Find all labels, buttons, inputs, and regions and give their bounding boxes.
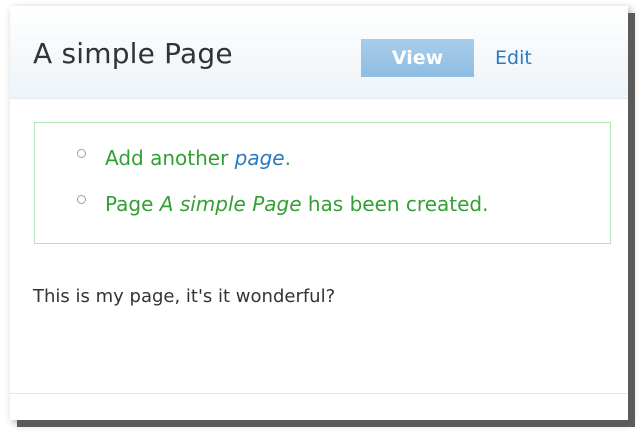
message-text: Add another xyxy=(105,146,235,170)
page-frame: A simple Page View Edit Add another page… xyxy=(10,6,628,420)
footer-divider xyxy=(10,393,628,394)
message-item: Page A simple Page has been created. xyxy=(77,192,489,216)
page-body: This is my page, it's it wonderful? xyxy=(33,286,336,307)
page-title: A simple Page xyxy=(33,37,233,70)
tab-view[interactable]: View xyxy=(361,39,474,77)
page-header: A simple Page View Edit xyxy=(10,6,628,99)
message-text: . xyxy=(284,146,291,170)
status-messages: Add another page. Page A simple Page has… xyxy=(34,122,611,244)
message-text: Page xyxy=(105,192,160,216)
message-item: Add another page. xyxy=(77,146,291,170)
tab-edit[interactable]: Edit xyxy=(495,48,532,68)
add-page-link[interactable]: page xyxy=(235,146,285,170)
bullet-icon xyxy=(77,195,86,204)
bullet-icon xyxy=(77,149,86,158)
primary-tabs: View Edit xyxy=(361,38,532,78)
page-name-emphasis: A simple Page xyxy=(159,192,302,216)
message-text: has been created. xyxy=(301,192,489,216)
